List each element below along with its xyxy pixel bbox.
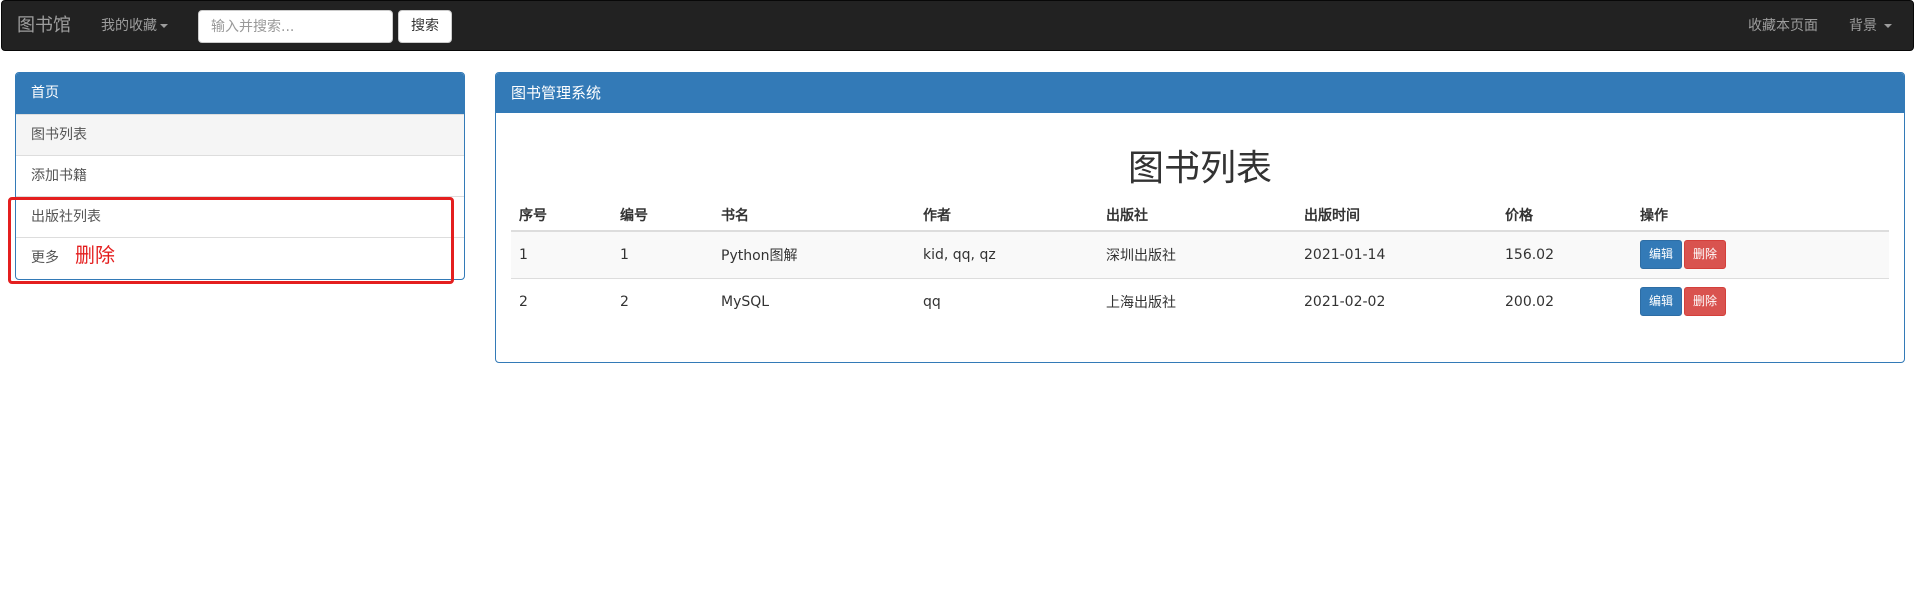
delete-button[interactable]: 删除 [1684,240,1727,270]
cell-price: 200.02 [1497,277,1632,325]
column-header-id: 编号 [612,199,713,232]
book-table: 序号 编号 书名 作者 出版社 出版时间 价格 操作 1 1 Python图解 … [511,199,1889,325]
search-input[interactable] [198,10,393,43]
cell-title: Python图解 [713,230,915,278]
sidebar-item-add-book[interactable]: 添加书籍 [16,155,464,196]
cell-publisher: 深圳出版社 [1098,230,1296,278]
cell-author: qq [915,277,1098,325]
cell-price: 156.02 [1497,230,1632,278]
column-header-title: 书名 [713,199,915,232]
cell-date: 2021-02-02 [1296,277,1497,325]
delete-button[interactable]: 删除 [1684,287,1727,317]
column-header-publisher: 出版社 [1098,199,1296,232]
favorites-label: 我的收藏 [101,18,157,34]
background-label: 背景 [1849,18,1877,34]
cell-title: MySQL [713,277,915,325]
table-row: 1 1 Python图解 kid, qq, qz 深圳出版社 2021-01-1… [511,230,1889,278]
brand-logo[interactable]: 图书馆 [17,14,71,38]
panel-title: 图书管理系统 [496,73,1904,113]
cell-date: 2021-01-14 [1296,230,1497,278]
delete-annotation-label: 删除 [75,243,115,267]
edit-button[interactable]: 编辑 [1640,287,1683,317]
page-title: 图书列表 [1127,148,1272,189]
top-navbar: 图书馆 我的收藏 搜索 收藏本页面 背景 [1,0,1914,51]
sidebar-item-book-list[interactable]: 图书列表 [16,114,464,155]
table-header-row: 序号 编号 书名 作者 出版社 出版时间 价格 操作 [511,199,1889,232]
cell-actions: 编辑 删除 [1632,277,1889,325]
edit-button[interactable]: 编辑 [1640,240,1683,270]
cell-author: kid, qq, qz [915,230,1098,278]
table-row: 2 2 MySQL qq 上海出版社 2021-02-02 200.02 编辑删… [511,277,1889,325]
cell-actions: 编辑 删除 [1632,230,1889,278]
bookmark-page-link[interactable]: 收藏本页面 [1748,16,1818,36]
cell-publisher: 上海出版社 [1098,277,1296,325]
column-header-date: 出版时间 [1296,199,1497,232]
main-panel: 图书管理系统 图书列表 序号 编号 书名 作者 出版社 出版时间 价格 操作 1… [495,72,1905,363]
column-header-price: 价格 [1497,199,1632,232]
cell-id: 1 [612,230,713,278]
sidebar-heading-home[interactable]: 首页 [16,73,464,114]
column-header-actions: 操作 [1632,199,1889,232]
caret-down-icon [1884,24,1893,28]
background-dropdown[interactable]: 背景 [1849,16,1893,36]
search-button[interactable]: 搜索 [398,10,452,43]
cell-index: 1 [511,230,612,278]
highlight-annotation-box [8,197,454,284]
cell-id: 2 [612,277,713,325]
column-header-author: 作者 [915,199,1098,232]
cell-index: 2 [511,277,612,325]
caret-down-icon [160,24,168,28]
favorites-dropdown[interactable]: 我的收藏 [101,16,168,36]
column-header-index: 序号 [511,199,612,232]
